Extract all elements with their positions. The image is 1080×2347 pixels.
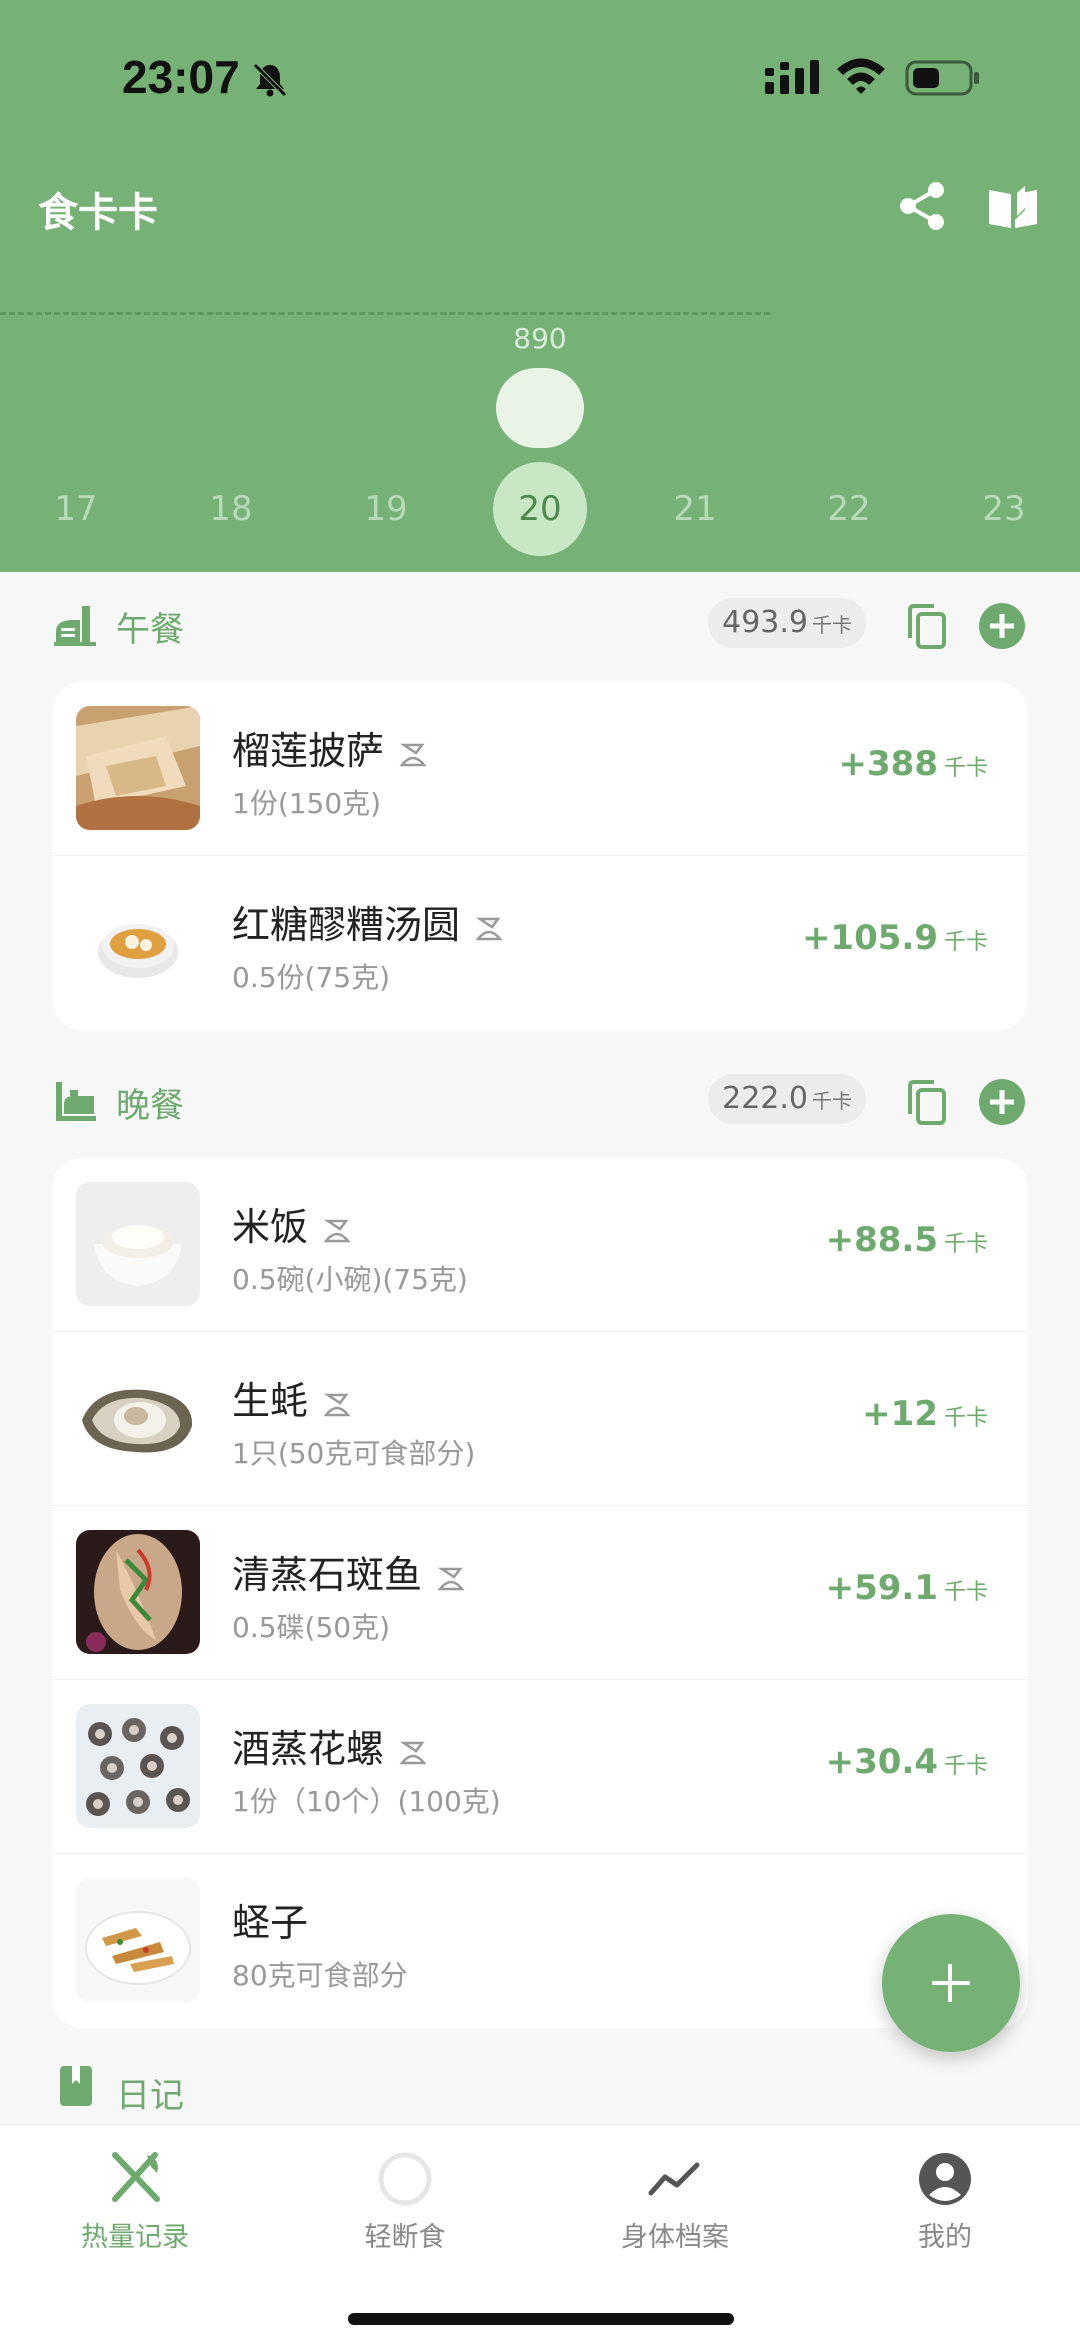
food-amount: 0.5份(75克) bbox=[232, 961, 391, 994]
food-image bbox=[76, 1182, 200, 1306]
section-total-value: 222.0 bbox=[722, 1081, 808, 1116]
diary-title: 日记 bbox=[116, 2076, 184, 2116]
food-calories: +88.5 千卡 bbox=[825, 1220, 988, 1260]
dinner-icon bbox=[56, 1082, 96, 1121]
user-icon bbox=[919, 2153, 971, 2205]
tab-label: 身体档案 bbox=[621, 2222, 729, 2253]
food-name: 榴莲披萨 bbox=[232, 720, 428, 775]
food-image bbox=[76, 1878, 200, 2002]
scale-icon bbox=[399, 1741, 427, 1764]
copy-icon[interactable] bbox=[906, 1080, 948, 1126]
scale-icon bbox=[323, 1393, 351, 1416]
food-row[interactable]: 酒蒸花螺 1份（10个）(100克) +30.4 千卡 bbox=[52, 1680, 1028, 1854]
food-row[interactable]: 榴莲披萨 1份(150克) +388 千卡 bbox=[52, 682, 1028, 856]
food-name: 蛏子 bbox=[232, 1901, 309, 1945]
lunch-icon bbox=[54, 606, 96, 646]
food-name: 生蚝 bbox=[232, 1370, 352, 1425]
section-total-unit: 千卡 bbox=[812, 1089, 852, 1113]
calorie-bar[interactable] bbox=[496, 368, 584, 448]
scale-icon bbox=[475, 917, 503, 940]
wifi-icon bbox=[837, 58, 885, 94]
status-time: 23:07 bbox=[122, 51, 240, 103]
food-name: 酒蒸花螺 bbox=[232, 1718, 428, 1773]
add-record-button[interactable] bbox=[882, 1914, 1020, 2052]
food-image bbox=[76, 1704, 200, 1828]
section-total: 222.0 千卡 bbox=[708, 1074, 866, 1124]
tab-label: 我的 bbox=[918, 2222, 972, 2253]
fork-knife-icon bbox=[112, 2152, 160, 2202]
section-title: 午餐 bbox=[116, 610, 184, 650]
food-name: 红糖醪糟汤圆 bbox=[232, 894, 504, 949]
food-name: 清蒸石斑鱼 bbox=[232, 1544, 466, 1599]
date-item[interactable]: 22 bbox=[802, 462, 896, 556]
signal-icon bbox=[765, 60, 819, 94]
section-total-value: 493.9 bbox=[722, 605, 808, 640]
home-indicator[interactable] bbox=[348, 2313, 734, 2325]
food-amount: 0.5碗(小碗)(75克) bbox=[232, 1263, 468, 1296]
scale-icon bbox=[323, 1219, 351, 1242]
date-item-selected[interactable]: 20 bbox=[493, 462, 587, 556]
battery-icon bbox=[905, 60, 979, 96]
food-image bbox=[76, 880, 200, 1004]
bell-muted-icon bbox=[253, 63, 287, 97]
scale-icon bbox=[399, 743, 427, 766]
food-calories: +59.1 千卡 bbox=[825, 1568, 988, 1608]
goal-line bbox=[0, 312, 770, 315]
date-item[interactable]: 18 bbox=[184, 462, 278, 556]
section-total-unit: 千卡 bbox=[812, 613, 852, 637]
food-amount: 1份(150克) bbox=[232, 787, 382, 820]
trend-icon bbox=[648, 2162, 700, 2196]
scale-icon bbox=[437, 1567, 465, 1590]
diary-header[interactable]: 日记 bbox=[0, 2060, 1080, 2120]
add-food-icon[interactable] bbox=[978, 1078, 1026, 1126]
calorie-bar-value: 890 bbox=[513, 322, 567, 355]
book-icon[interactable] bbox=[985, 180, 1041, 232]
food-name: 米饭 bbox=[232, 1196, 352, 1251]
date-item[interactable]: 21 bbox=[648, 462, 742, 556]
tab-label: 轻断食 bbox=[364, 2222, 446, 2253]
section-title: 晚餐 bbox=[116, 1086, 184, 1126]
tab-fasting[interactable]: 轻断食 bbox=[305, 2151, 505, 2254]
food-calories: +105.9 千卡 bbox=[801, 918, 988, 958]
food-image bbox=[76, 1530, 200, 1654]
copy-icon[interactable] bbox=[906, 604, 948, 650]
add-food-icon[interactable] bbox=[978, 602, 1026, 650]
food-row[interactable]: 清蒸石斑鱼 0.5碟(50克) +59.1 千卡 bbox=[52, 1506, 1028, 1680]
food-calories: +30.4 千卡 bbox=[825, 1742, 988, 1782]
food-calories: +388 千卡 bbox=[838, 744, 988, 784]
share-icon[interactable] bbox=[898, 180, 948, 232]
food-row[interactable]: 蛏子 80克可食部分 +2 bbox=[52, 1854, 1028, 2028]
food-calories: +12 千卡 bbox=[862, 1394, 988, 1434]
diary-icon bbox=[60, 2066, 92, 2106]
circle-icon bbox=[378, 2152, 432, 2206]
food-amount: 1份（10个）(100克) bbox=[232, 1785, 501, 1818]
section-total: 493.9 千卡 bbox=[708, 598, 866, 648]
dinner-card: 米饭 0.5碗(小碗)(75克) +88.5 千卡 生蚝 1只(50克可食部分) … bbox=[52, 1158, 1028, 2028]
food-amount: 80克可食部分 bbox=[232, 1959, 408, 1992]
date-item[interactable]: 19 bbox=[339, 462, 433, 556]
date-selector: 17 18 19 20 21 22 23 bbox=[0, 462, 1080, 558]
date-item[interactable]: 23 bbox=[957, 462, 1051, 556]
food-row[interactable]: 生蚝 1只(50克可食部分) +12 千卡 bbox=[52, 1332, 1028, 1506]
food-image bbox=[76, 1356, 200, 1480]
header: 23:07 食卡卡 890 17 18 19 20 21 22 23 bbox=[0, 0, 1080, 572]
food-amount: 0.5碟(50克) bbox=[232, 1611, 391, 1644]
food-row[interactable]: 红糖醪糟汤圆 0.5份(75克) +105.9 千卡 bbox=[52, 856, 1028, 1030]
food-image bbox=[76, 706, 200, 830]
tab-calorie-record[interactable]: 热量记录 bbox=[35, 2151, 235, 2254]
tab-label: 热量记录 bbox=[81, 2222, 189, 2253]
lunch-header: 午餐 493.9 千卡 bbox=[0, 572, 1080, 682]
food-row[interactable]: 米饭 0.5碗(小碗)(75克) +88.5 千卡 bbox=[52, 1158, 1028, 1332]
tab-body-profile[interactable]: 身体档案 bbox=[575, 2151, 775, 2254]
app-title: 食卡卡 bbox=[38, 190, 158, 236]
lunch-card: 榴莲披萨 1份(150克) +388 千卡 红糖醪糟汤圆 0.5份(75克) +1… bbox=[52, 682, 1028, 1030]
date-item[interactable]: 17 bbox=[29, 462, 123, 556]
dinner-header: 晚餐 222.0 千卡 bbox=[0, 1048, 1080, 1158]
plus-icon bbox=[932, 1964, 970, 2002]
food-amount: 1只(50克可食部分) bbox=[232, 1437, 476, 1470]
tab-mine[interactable]: 我的 bbox=[845, 2151, 1045, 2254]
